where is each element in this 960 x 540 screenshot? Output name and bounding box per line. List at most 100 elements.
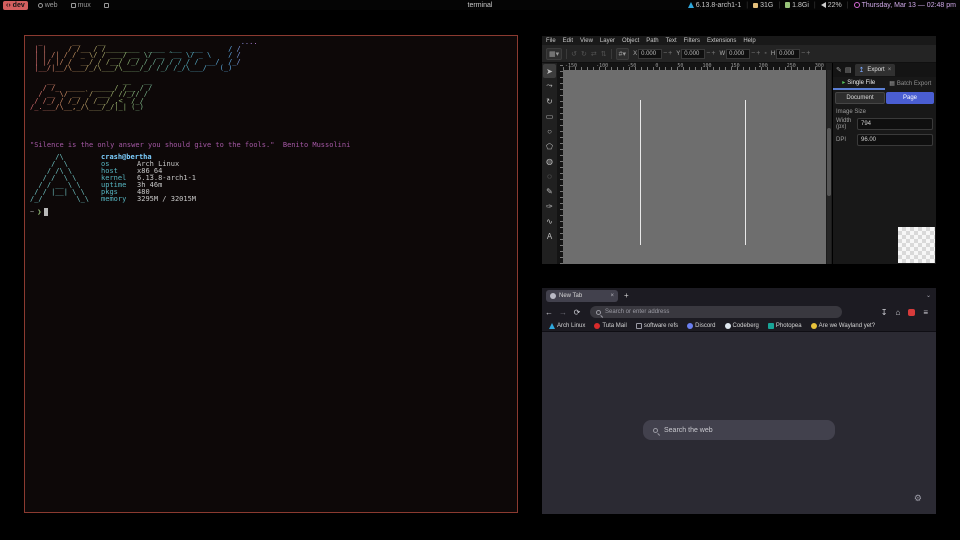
list-tabs-chevron-icon[interactable]: ⌄ bbox=[926, 292, 931, 299]
bookmark-discord[interactable]: Discord bbox=[687, 323, 715, 329]
menu-path[interactable]: Path bbox=[646, 38, 658, 44]
text-tool-icon[interactable]: A bbox=[543, 229, 556, 243]
menu-edit[interactable]: Edit bbox=[563, 38, 573, 44]
w-decrement[interactable]: − bbox=[751, 50, 755, 57]
spiral-tool-icon[interactable]: ◌ bbox=[543, 169, 556, 183]
forward-icon[interactable]: → bbox=[556, 308, 570, 317]
fetch-value: 3295M / 32015M bbox=[137, 196, 196, 203]
new-tab-button[interactable]: + bbox=[624, 291, 629, 300]
pencil-dialog-icon[interactable]: ✎ bbox=[836, 66, 842, 74]
clock-text: Thursday, Mar 13 — 02:48 pm bbox=[862, 2, 956, 9]
menu-file[interactable]: File bbox=[546, 38, 556, 44]
downloads-icon[interactable]: ↧ bbox=[881, 308, 888, 317]
y-decrement[interactable]: − bbox=[706, 50, 710, 57]
gear-icon[interactable]: ⚙ bbox=[914, 493, 922, 504]
prompt-path: ~ bbox=[30, 208, 34, 216]
menu-text[interactable]: Text bbox=[666, 38, 677, 44]
address-bar[interactable]: Search or enter address bbox=[590, 306, 842, 318]
x-decrement[interactable]: − bbox=[663, 50, 667, 57]
search-icon bbox=[596, 310, 601, 315]
h-input[interactable]: 0.000 bbox=[776, 49, 800, 59]
bookmark-arch-linux[interactable]: Arch Linux bbox=[549, 323, 585, 329]
workspace-mux[interactable]: mux bbox=[68, 1, 94, 10]
selector-tool-icon[interactable]: ➤ bbox=[543, 64, 556, 78]
scrollbar-thumb[interactable] bbox=[827, 128, 831, 196]
select-mode-dropdown[interactable]: ▦▾ bbox=[546, 48, 562, 60]
layers-dialog-icon[interactable]: ▤ bbox=[845, 66, 852, 74]
bookmark-photopea[interactable]: Photopea bbox=[768, 323, 802, 329]
web-search-box[interactable]: Search the web bbox=[643, 420, 835, 440]
menu-object[interactable]: Object bbox=[622, 38, 639, 44]
disk-module: 31G bbox=[753, 2, 773, 9]
flip-horizontal-icon[interactable]: ⇄ bbox=[591, 50, 597, 58]
snap-dropdown[interactable]: #▾ bbox=[616, 48, 629, 60]
separator: | bbox=[746, 2, 748, 9]
shape-builder-tool-icon[interactable]: ↻ bbox=[543, 94, 556, 108]
ram-icon bbox=[785, 2, 790, 8]
pen-tool-icon[interactable]: ✑ bbox=[543, 199, 556, 213]
rotate-ccw-icon[interactable]: ↺ bbox=[571, 50, 577, 58]
page-button[interactable]: Page bbox=[886, 92, 934, 104]
menu-view[interactable]: View bbox=[580, 38, 593, 44]
bookmark-folder-software-refs[interactable]: software refs bbox=[636, 323, 678, 329]
workspace-label: dev bbox=[13, 2, 25, 9]
browser-tab[interactable]: New Tab × bbox=[546, 290, 618, 302]
bookmark-tuta-mail[interactable]: Tuta Mail bbox=[594, 323, 626, 329]
ublock-extension-icon[interactable] bbox=[908, 309, 915, 316]
flip-vertical-icon[interactable]: ⇅ bbox=[601, 50, 607, 58]
batch-export-tab[interactable]: ▦ Batch Export bbox=[885, 77, 937, 90]
y-input[interactable]: 0.000 bbox=[681, 49, 705, 59]
canvas-scrollbar[interactable] bbox=[827, 70, 831, 264]
node-tool-icon[interactable]: ⤳ bbox=[543, 79, 556, 93]
export-dpi-input[interactable]: 96.00 bbox=[857, 134, 933, 146]
back-icon[interactable]: ← bbox=[542, 308, 556, 317]
height-field: H 0.000 − + bbox=[771, 49, 811, 59]
workspace-label: mux bbox=[78, 2, 91, 9]
lock-ratio-icon[interactable]: ▪ bbox=[764, 50, 766, 57]
y-increment[interactable]: + bbox=[711, 50, 715, 57]
menu-icon[interactable]: ≡ bbox=[923, 308, 928, 317]
calligraphy-tool-icon[interactable]: ∿ bbox=[543, 214, 556, 228]
dialog-tab-bar: ✎ ▤ ↥ Export × bbox=[833, 63, 936, 77]
drawing-canvas[interactable] bbox=[563, 70, 826, 264]
w-increment[interactable]: + bbox=[756, 50, 760, 57]
bookmark-codeberg[interactable]: Codeberg bbox=[725, 323, 759, 329]
menu-help[interactable]: Help bbox=[743, 38, 755, 44]
w-input[interactable]: 0.000 bbox=[726, 49, 750, 59]
star-tool-icon[interactable]: ⬠ bbox=[543, 139, 556, 153]
rectangle-tool-icon[interactable]: ▭ bbox=[543, 109, 556, 123]
rotate-cw-icon[interactable]: ↻ bbox=[581, 50, 587, 58]
export-width-input[interactable]: 794 bbox=[857, 118, 933, 130]
close-icon[interactable]: × bbox=[888, 67, 892, 73]
workspace-web[interactable]: web bbox=[35, 1, 61, 10]
h-decrement[interactable]: − bbox=[801, 50, 805, 57]
ellipse-tool-icon[interactable]: ○ bbox=[543, 124, 556, 138]
memory-text: 1.8Gi bbox=[792, 2, 809, 9]
h-increment[interactable]: + bbox=[806, 50, 810, 57]
single-file-tab[interactable]: ▸ Single File bbox=[833, 77, 885, 90]
x-input[interactable]: 0.000 bbox=[638, 49, 662, 59]
speaker-icon bbox=[821, 2, 826, 8]
menu-layer[interactable]: Layer bbox=[600, 38, 615, 44]
batch-export-icon: ▦ bbox=[889, 80, 895, 87]
horizontal-ruler[interactable]: -150 -100 -50 0 50 100 150 200 250 300 bbox=[563, 63, 826, 70]
close-tab-icon[interactable]: × bbox=[610, 293, 614, 299]
box3d-tool-icon[interactable]: ◍ bbox=[543, 154, 556, 168]
workspace-dev[interactable]: ‹› dev bbox=[3, 1, 28, 10]
menu-extensions[interactable]: Extensions bbox=[707, 38, 736, 44]
pencil-tool-icon[interactable]: ✎ bbox=[543, 184, 556, 198]
quote-line: "Silence is the only answer you should g… bbox=[30, 141, 350, 149]
menu-filters[interactable]: Filters bbox=[684, 38, 700, 44]
reload-icon[interactable]: ⟳ bbox=[570, 308, 584, 317]
x-increment[interactable]: + bbox=[668, 50, 672, 57]
shell-prompt[interactable]: ~ ❯ bbox=[30, 208, 48, 216]
single-file-icon: ▸ bbox=[842, 79, 845, 86]
bookmark-are-we-wayland-yet[interactable]: Are we Wayland yet? bbox=[811, 323, 875, 329]
x-label: X bbox=[633, 51, 637, 57]
workspace-empty[interactable] bbox=[101, 1, 114, 10]
home-icon[interactable]: ⌂ bbox=[895, 308, 900, 317]
terminal-window[interactable]: _ __ __ .... | | / /__ / /________ ____ … bbox=[24, 35, 518, 513]
export-panel: ✎ ▤ ↥ Export × ▸ Single File ▦ Batch Exp… bbox=[832, 63, 936, 264]
export-dialog-tab[interactable]: ↥ Export × bbox=[855, 64, 896, 76]
document-button[interactable]: Document bbox=[835, 92, 885, 104]
